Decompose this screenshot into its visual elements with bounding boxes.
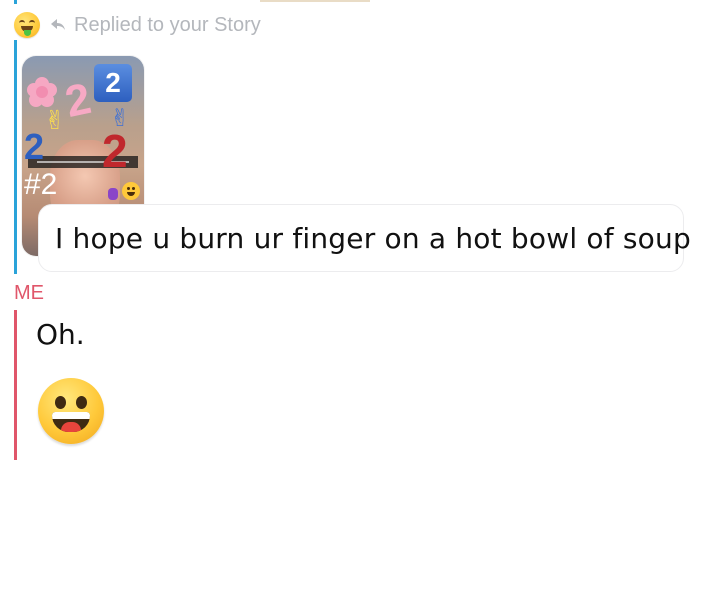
previous-media-edge	[260, 0, 370, 2]
blue-two-sticker: 2	[24, 126, 45, 167]
small-smile-sticker-icon	[122, 182, 140, 200]
number-block-sticker: 2	[94, 64, 132, 102]
money-mouth-face-icon	[14, 12, 40, 38]
victory-hand-icon: ✌	[44, 106, 66, 136]
friend-accent-bar-top	[14, 0, 17, 4]
flower-sticker-icon	[27, 77, 57, 107]
reply-arrow-icon	[51, 19, 65, 30]
pink-two-sticker: 2	[61, 74, 96, 128]
top-strip	[0, 0, 720, 4]
me-accent-bar	[14, 310, 17, 460]
red-glitter-two-sticker: 2	[102, 125, 128, 177]
hashtag-sticker: #2	[24, 168, 58, 201]
incoming-message-bubble[interactable]: I hope u burn ur finger on a hot bowl of…	[38, 204, 691, 272]
reply-header: Replied to your Story	[14, 10, 261, 40]
purple-sticker-icon	[108, 188, 118, 200]
grinning-face-icon[interactable]	[38, 378, 104, 444]
incoming-message-text: I hope u burn ur finger on a hot bowl of…	[55, 221, 691, 255]
sender-label-me: ME	[14, 282, 44, 304]
friend-accent-bar	[14, 40, 17, 274]
reply-header-label: Replied to your Story	[74, 13, 261, 36]
outgoing-message-text[interactable]: Oh.	[36, 318, 85, 351]
